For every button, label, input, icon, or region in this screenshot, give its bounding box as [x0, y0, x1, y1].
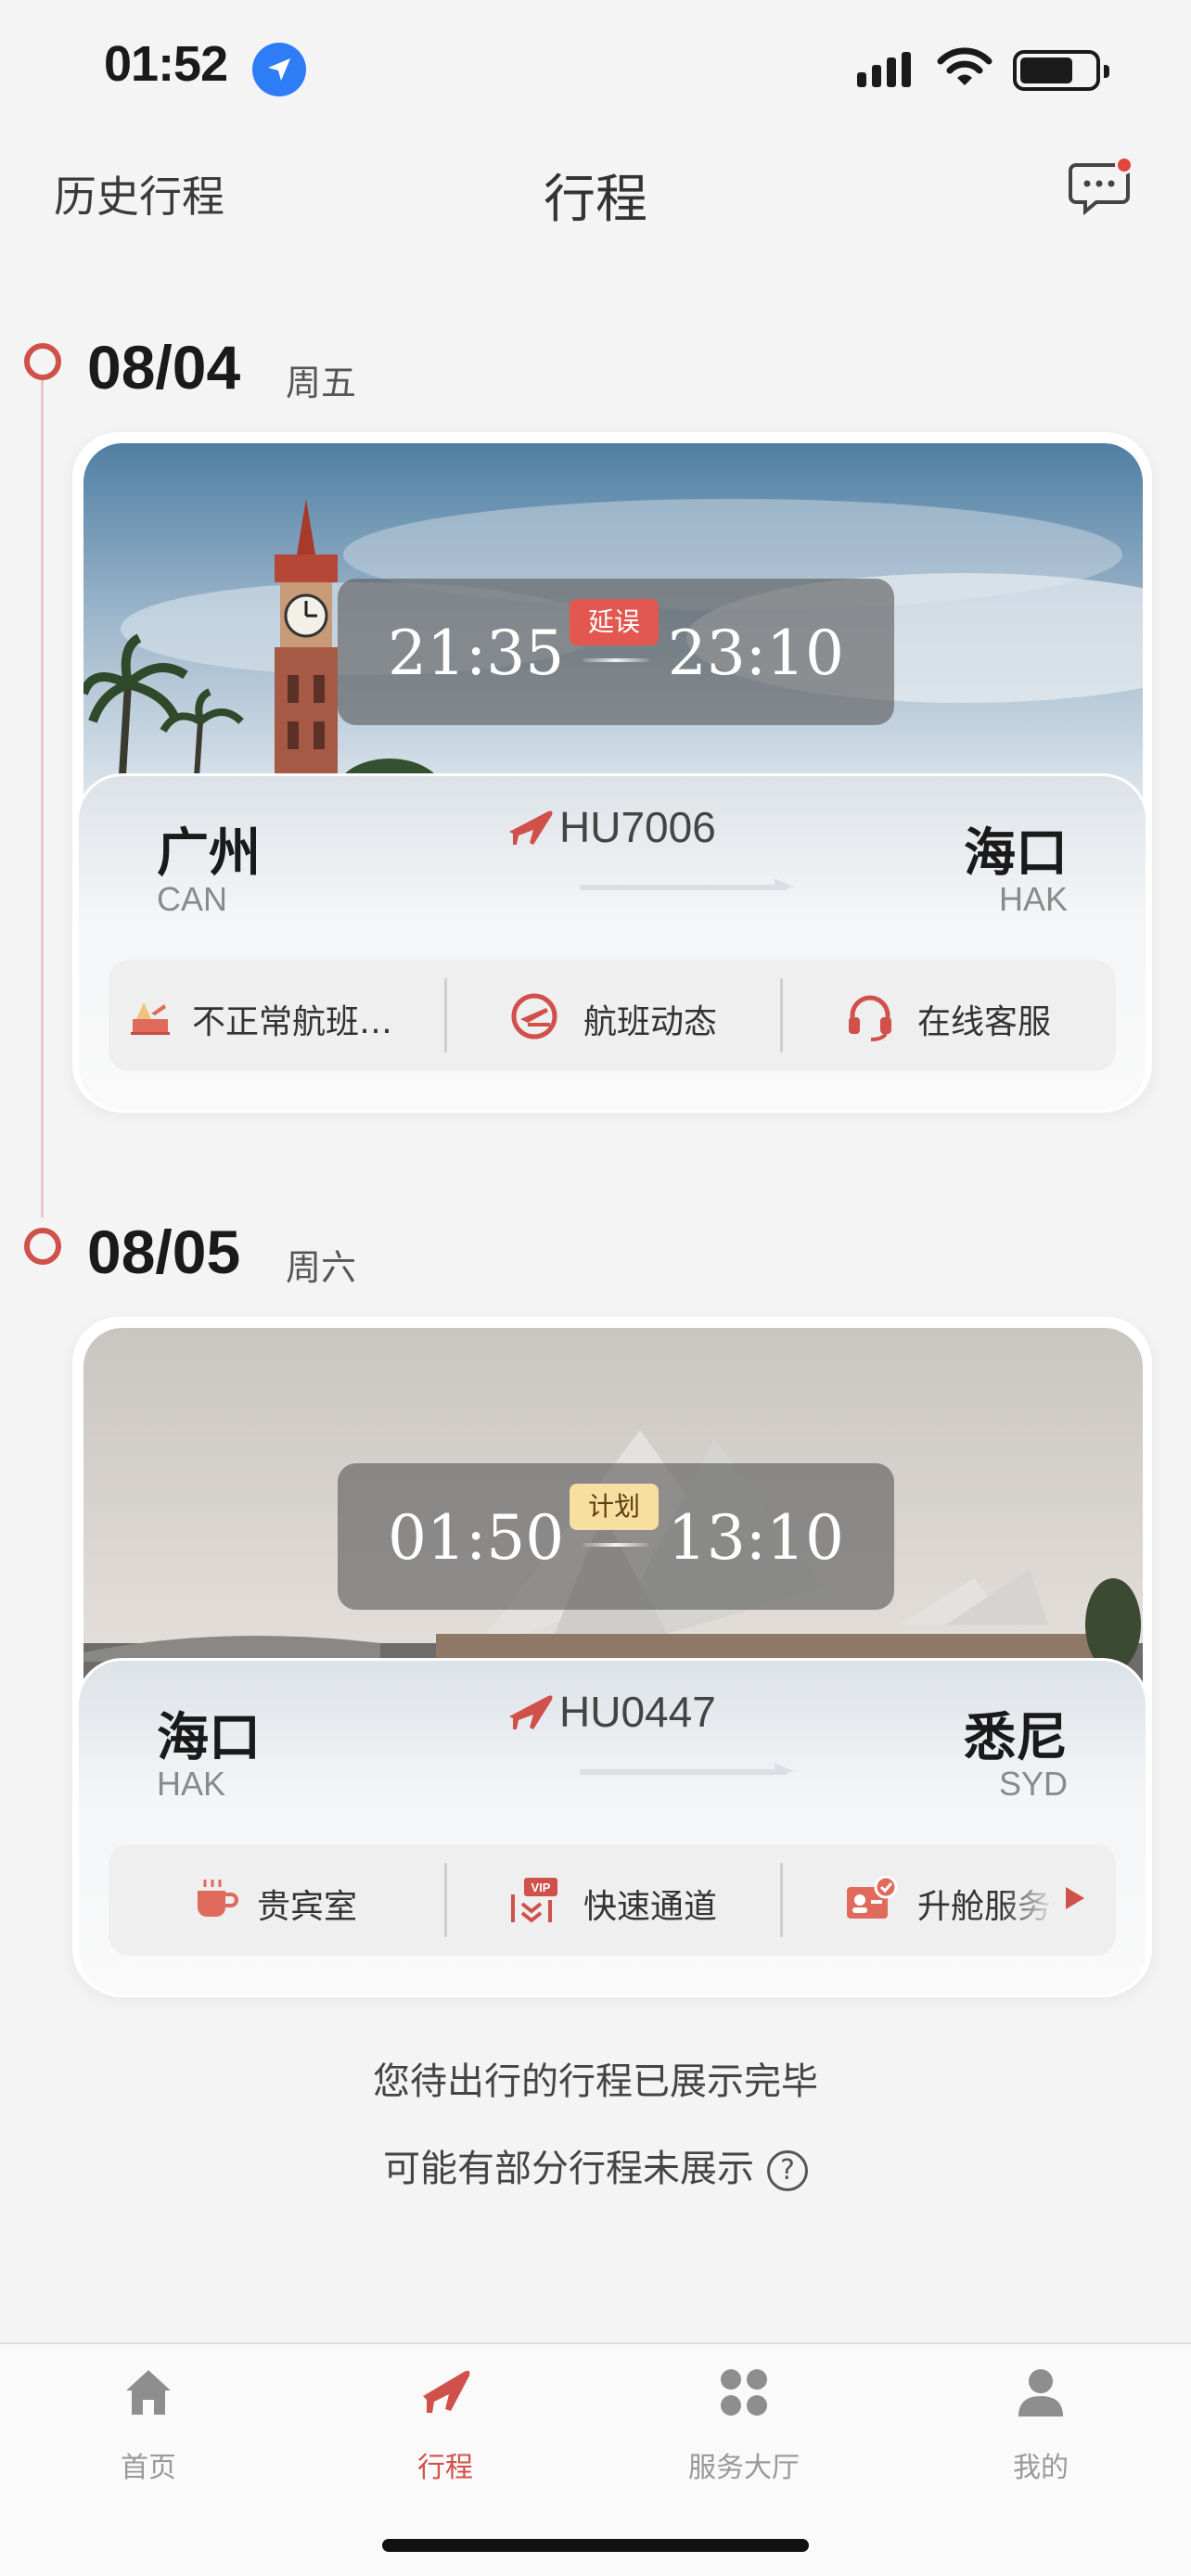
- headset-icon: [849, 995, 891, 1041]
- destination-photo: 01:50 计划 13:10: [83, 1328, 1143, 1690]
- flight-status-button[interactable]: 航班动态: [444, 960, 780, 1071]
- arrival-time: 23:10: [667, 618, 844, 689]
- trip-date: 08/05: [87, 1218, 241, 1286]
- airline-plane-icon: [509, 1695, 553, 1729]
- tab-service-hall[interactable]: 服务大厅: [651, 2365, 837, 2504]
- status-badge: 计划: [570, 1484, 659, 1530]
- timeline-dot: [24, 1228, 61, 1265]
- tab-home[interactable]: 首页: [56, 2365, 241, 2504]
- help-icon[interactable]: ?: [767, 2150, 808, 2191]
- status-bar: 01:52: [0, 0, 1191, 139]
- battery-icon: [1013, 50, 1109, 91]
- timeline-line: [41, 360, 44, 1218]
- missing-trips-hint[interactable]: 可能有部分行程未展示?: [0, 2138, 1191, 2192]
- trip-actions: 贵宾室 VIP 快速通道 升舱服务: [109, 1844, 1116, 1956]
- arrival-code: HAK: [998, 880, 1068, 918]
- trip-weekday: 周六: [286, 1247, 357, 1288]
- destination-photo: 21:35 延误 23:10: [83, 443, 1143, 805]
- status-badge: 延误: [570, 599, 659, 645]
- flight-times: 21:35 延误 23:10: [338, 579, 894, 725]
- page-title: 行程: [544, 170, 647, 230]
- svg-text:VIP: VIP: [531, 1881, 551, 1894]
- route-arrow-icon: [580, 1763, 795, 1775]
- departure-time: 21:35: [388, 618, 565, 689]
- home-indicator: [382, 2539, 809, 2552]
- unread-dot: [1115, 156, 1133, 174]
- route-panel: 广州 CAN HU7006 海口 HAK 不正常航班… 航班动态 在线客服: [76, 773, 1148, 1113]
- wifi-icon: [937, 47, 992, 85]
- grid-icon: [721, 2369, 767, 2416]
- coffee-cup-icon: [198, 1880, 238, 1917]
- home-icon: [126, 2370, 171, 2415]
- flight-times: 01:50 计划 13:10: [338, 1463, 894, 1610]
- irregular-flight-icon: [131, 1002, 170, 1035]
- departure-code: CAN: [157, 880, 228, 918]
- location-icon: [252, 43, 306, 96]
- more-arrow-icon[interactable]: [1064, 1885, 1086, 1911]
- airline-plane-icon: [509, 810, 553, 845]
- departure-city: 广州: [157, 823, 261, 884]
- tab-trips[interactable]: 行程: [352, 2365, 538, 2504]
- status-time: 01:52: [104, 36, 228, 92]
- upgrade-service-button[interactable]: 升舱服务: [780, 1844, 1116, 1956]
- timeline-dot: [24, 343, 61, 380]
- vip-icon: VIP: [511, 1878, 557, 1923]
- nav-bar: 历史行程 行程: [0, 139, 1191, 241]
- irregular-flight-button[interactable]: 不正常航班…: [109, 960, 444, 1071]
- trip-card[interactable]: 21:35 延误 23:10 广州 CAN HU7006 海口 HAK 不正常航…: [72, 432, 1152, 1113]
- fast-track-button[interactable]: VIP 快速通道: [444, 1844, 780, 1956]
- upgrade-card-icon: [847, 1876, 898, 1919]
- person-icon: [1018, 2369, 1063, 2417]
- arrival-time: 13:10: [667, 1502, 844, 1574]
- cellular-signal-icon: [857, 52, 911, 87]
- route-panel: 海口 HAK HU0447 悉尼 SYD 贵宾室 VIP 快速通道 升舱服务: [76, 1658, 1148, 1997]
- departure-time: 01:50: [388, 1502, 565, 1574]
- departure-city: 海口: [157, 1708, 261, 1768]
- message-button[interactable]: [1069, 156, 1133, 217]
- online-service-button[interactable]: 在线客服: [780, 960, 1116, 1071]
- end-of-list-message: 您待出行的行程已展示完毕: [373, 2060, 818, 2103]
- tab-mine[interactable]: 我的: [948, 2365, 1133, 2504]
- trip-date: 08/04: [87, 333, 241, 402]
- arrival-city: 海口: [964, 823, 1068, 884]
- trip-actions: 不正常航班… 航班动态 在线客服: [109, 960, 1116, 1071]
- trip-card[interactable]: 01:50 计划 13:10 海口 HAK HU0447 悉尼 SYD 贵宾室 …: [72, 1317, 1152, 1997]
- departure-code: HAK: [157, 1765, 226, 1803]
- plane-icon: [423, 2370, 470, 2413]
- route-arrow-icon: [580, 878, 795, 890]
- flight-status-icon: [511, 993, 557, 1039]
- arrival-code: SYD: [998, 1765, 1068, 1803]
- lounge-button[interactable]: 贵宾室: [109, 1844, 444, 1956]
- arrival-city: 悉尼: [964, 1708, 1068, 1768]
- trip-weekday: 周五: [286, 363, 357, 403]
